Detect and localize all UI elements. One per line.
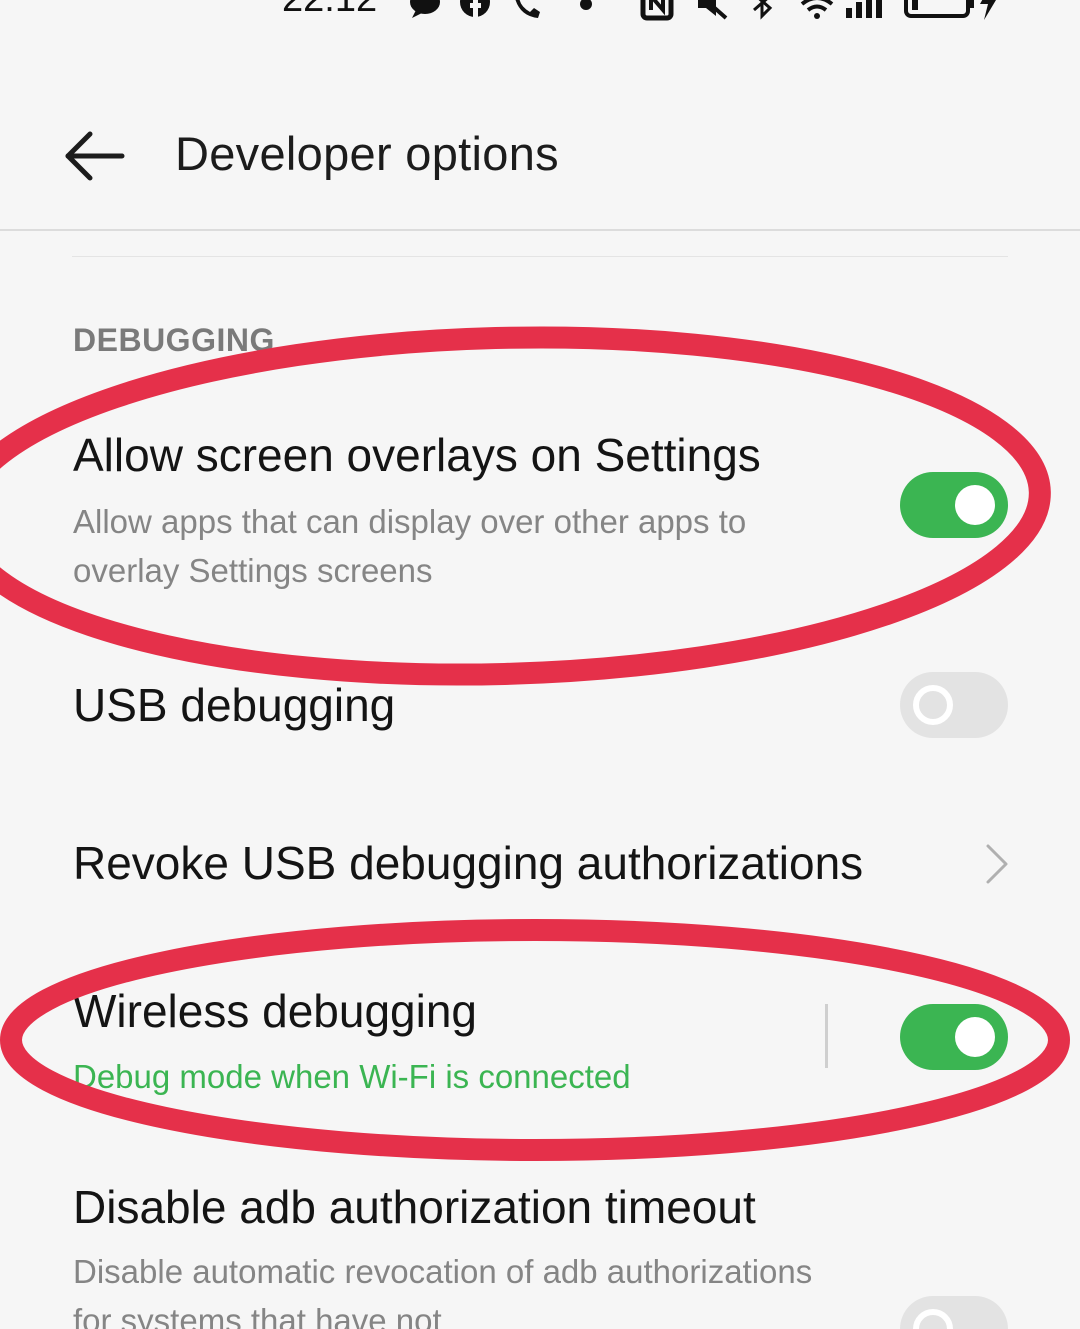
wireless-debugging-toggle[interactable] — [900, 1004, 1008, 1070]
setting-title: USB debugging — [73, 679, 396, 731]
setting-summary: Disable automatic revocation of adb auth… — [73, 1253, 813, 1329]
setting-row-usb-debugging[interactable]: USB debugging — [0, 650, 1080, 760]
nfc-icon — [640, 0, 674, 26]
signal-icon — [844, 0, 890, 26]
setting-row-allow-screen-overlays[interactable]: Allow screen overlays on Settings Allow … — [0, 400, 1080, 610]
setting-title: Wireless debugging — [73, 985, 478, 1037]
setting-title: Revoke USB debugging authorizations — [73, 837, 864, 889]
section-header-debugging: DEBUGGING — [73, 322, 275, 358]
status-time: 22:12 — [282, 0, 377, 21]
setting-row-revoke-usb-authorizations[interactable]: Revoke USB debugging authorizations — [0, 808, 1080, 918]
app-bar: Developer options — [0, 100, 1080, 210]
bluetooth-icon — [750, 0, 774, 26]
toggle-knob — [955, 485, 995, 525]
setting-summary: Debug mode when Wi-Fi is connected — [73, 1058, 631, 1095]
usb-debugging-toggle[interactable] — [900, 672, 1008, 738]
chevron-right-icon — [978, 842, 1014, 886]
dot-icon — [578, 0, 594, 26]
developer-options-screen: 22:12 — [0, 0, 1080, 1329]
list-divider — [72, 256, 1008, 257]
toggle-knob — [955, 1017, 995, 1057]
arrow-left-icon — [65, 131, 125, 181]
header-divider — [0, 229, 1080, 231]
facebook-icon — [458, 0, 492, 26]
toggle-knob — [913, 685, 953, 725]
setting-title: Allow screen overlays on Settings — [73, 429, 761, 481]
status-bar: 22:12 — [0, 0, 1080, 26]
row-separator — [825, 1004, 828, 1068]
setting-row-wireless-debugging[interactable]: Wireless debugging Debug mode when Wi-Fi… — [0, 960, 1080, 1110]
phone-icon — [512, 0, 546, 26]
setting-title: Disable adb authorization timeout — [73, 1181, 756, 1233]
setting-summary: Allow apps that can display over other a… — [73, 503, 747, 589]
back-button[interactable] — [60, 128, 132, 184]
mute-icon — [688, 0, 732, 26]
disable-adb-timeout-toggle[interactable] — [900, 1296, 1008, 1329]
battery-charging-icon — [904, 0, 1000, 26]
toggle-knob — [913, 1309, 953, 1329]
page-title: Developer options — [175, 127, 559, 180]
wifi-icon — [794, 0, 840, 26]
chat-bubble-icon — [408, 0, 442, 26]
setting-row-disable-adb-timeout[interactable]: Disable adb authorization timeout Disabl… — [0, 1150, 1080, 1329]
allow-screen-overlays-toggle[interactable] — [900, 472, 1008, 538]
